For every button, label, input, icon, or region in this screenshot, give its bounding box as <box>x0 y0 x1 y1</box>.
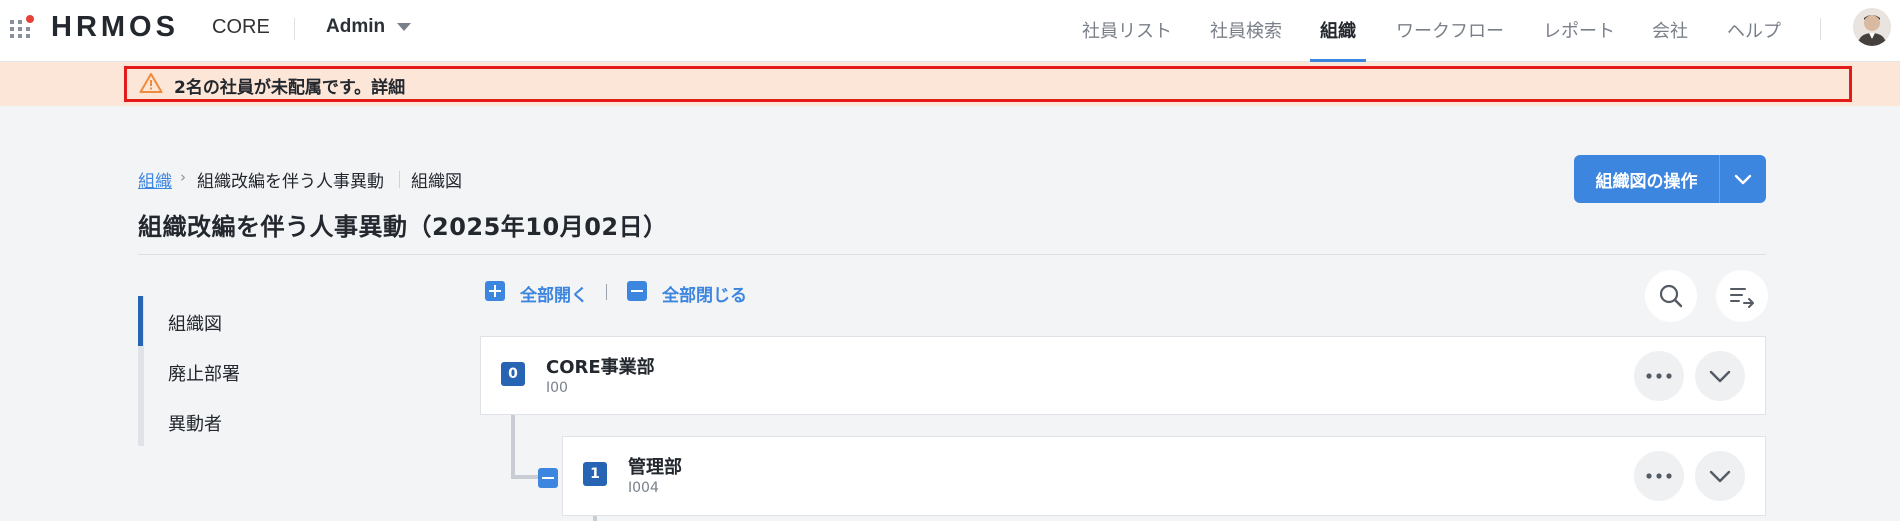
collapse-all-icon[interactable] <box>627 281 647 301</box>
breadcrumb-current: 組織図 <box>411 172 462 192</box>
product-name: CORE <box>212 16 270 38</box>
header-divider <box>1820 18 1821 40</box>
dept-code: I00 <box>546 380 568 396</box>
side-nav-transferees[interactable]: 異動者 <box>168 410 222 436</box>
user-avatar[interactable] <box>1853 8 1891 46</box>
tree-connector <box>511 415 515 479</box>
collapse-toggle-icon[interactable] <box>538 468 558 488</box>
dept-card-core[interactable] <box>480 336 1766 415</box>
tree-connector <box>511 475 539 479</box>
expand-all-button[interactable]: 全部開く <box>520 281 588 306</box>
expand-all-icon[interactable] <box>485 281 505 301</box>
more-horizontal-icon <box>1646 473 1672 479</box>
search-button[interactable] <box>1645 270 1697 322</box>
chevron-down-icon <box>1734 174 1752 185</box>
tree-connector <box>593 516 597 521</box>
warning-triangle-icon <box>139 73 163 93</box>
nav-company[interactable]: 会社 <box>1652 17 1688 43</box>
chevron-down-icon <box>1709 370 1731 383</box>
hrmos-logo[interactable]: HRMOS <box>51 11 179 44</box>
org-chart-operations-button[interactable]: 組織図の操作 <box>1574 155 1719 203</box>
search-icon <box>1659 284 1683 308</box>
chevron-down-icon <box>1709 470 1731 483</box>
side-nav-org-chart[interactable]: 組織図 <box>168 310 222 336</box>
operations-dropdown-button[interactable] <box>1720 155 1766 203</box>
title-divider <box>138 254 1766 255</box>
level-badge: 1 <box>583 462 607 486</box>
expand-dept-button[interactable] <box>1695 351 1745 401</box>
nav-organization[interactable]: 組織 <box>1320 17 1356 43</box>
side-nav-active-indicator <box>138 296 143 346</box>
collapse-all-button[interactable]: 全部閉じる <box>662 281 747 306</box>
chevron-right-icon: › <box>180 168 186 186</box>
sort-icon <box>1730 288 1754 308</box>
page-title: 組織改編を伴う人事異動（2025年10月02日） <box>138 213 668 241</box>
dept-code: I004 <box>628 480 659 496</box>
more-options-button[interactable] <box>1634 351 1684 401</box>
more-horizontal-icon <box>1646 373 1672 379</box>
breadcrumb-reorg: 組織改編を伴う人事異動 <box>197 172 384 192</box>
side-nav-abolished-departments[interactable]: 廃止部署 <box>168 360 240 386</box>
role-switcher[interactable]: Admin <box>326 16 385 38</box>
expand-dept-button[interactable] <box>1695 451 1745 501</box>
avatar-icon <box>1853 8 1891 46</box>
breadcrumb-organization[interactable]: 組織 <box>138 167 172 192</box>
dept-name: CORE事業部 <box>546 357 655 378</box>
toolbar-divider <box>606 284 607 300</box>
header-divider <box>294 18 295 40</box>
top-header: HRMOS CORE Admin 社員リスト 社員検索 組織 ワークフロー レポ… <box>0 0 1900 62</box>
level-badge: 0 <box>501 362 525 386</box>
nav-employee-list[interactable]: 社員リスト <box>1082 17 1172 43</box>
nav-workflow[interactable]: ワークフロー <box>1396 17 1504 43</box>
nav-report[interactable]: レポート <box>1543 17 1615 43</box>
nav-employee-search[interactable]: 社員検索 <box>1210 17 1282 43</box>
caret-down-icon[interactable] <box>397 23 411 31</box>
breadcrumb-divider <box>399 171 400 188</box>
app-launcher-icon[interactable] <box>9 14 35 40</box>
sort-button[interactable] <box>1716 270 1768 322</box>
nav-help[interactable]: ヘルプ <box>1727 17 1781 43</box>
more-options-button[interactable] <box>1634 451 1684 501</box>
dept-card-admin[interactable] <box>562 436 1766 516</box>
dept-name: 管理部 <box>628 457 682 478</box>
unassigned-employees-alert[interactable]: 2名の社員が未配属です。詳細 <box>174 73 405 98</box>
